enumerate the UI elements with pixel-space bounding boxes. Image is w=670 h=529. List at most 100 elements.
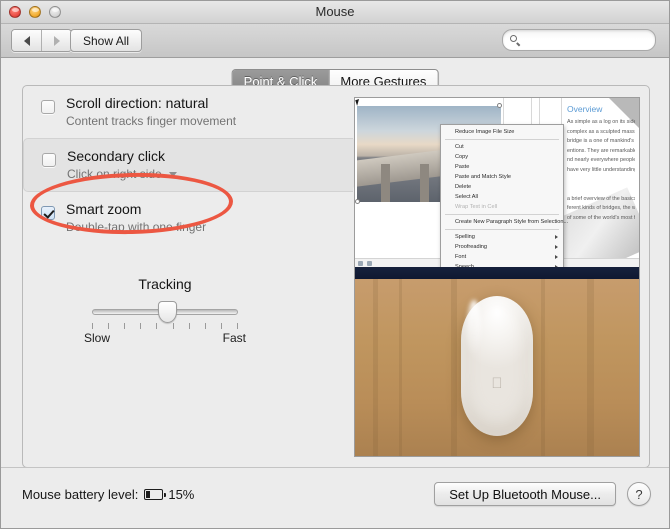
option-smart-zoom[interactable]: Smart zoom Double-tap with one finger bbox=[23, 192, 353, 244]
context-menu-item[interactable]: Paste bbox=[441, 162, 563, 172]
battery-status: Mouse battery level: 15% bbox=[22, 487, 194, 502]
battery-percent: 15% bbox=[168, 487, 195, 502]
context-menu-item[interactable]: Create New Paragraph Style from Selectio… bbox=[441, 217, 568, 227]
option-scroll-direction[interactable]: Scroll direction: natural Content tracks… bbox=[23, 86, 353, 138]
chevron-right-icon bbox=[53, 35, 60, 46]
battery-label: Mouse battery level: bbox=[22, 487, 139, 502]
preview-mouse-photo:  bbox=[355, 279, 639, 456]
selection-handle-top-right[interactable] bbox=[497, 103, 502, 108]
help-button-label: ? bbox=[635, 486, 643, 502]
slider-tick bbox=[92, 323, 93, 329]
smart-zoom-text: Smart zoom Double-tap with one finger bbox=[66, 201, 206, 235]
scroll-direction-subtitle: Content tracks finger movement bbox=[66, 113, 236, 129]
context-menu-item[interactable]: Reduce Image File Size bbox=[441, 127, 563, 137]
photo-bridge-pier-1 bbox=[381, 164, 390, 202]
slider-tick bbox=[188, 323, 190, 329]
forward-button[interactable] bbox=[41, 30, 71, 51]
bottom-status-bar: Mouse battery level: 15% Set Up Bluetoot… bbox=[1, 467, 669, 528]
context-menu-item[interactable]: Speech bbox=[441, 262, 563, 267]
context-menu-separator bbox=[445, 139, 559, 140]
context-menu-item[interactable]: Cut bbox=[441, 142, 563, 152]
secondary-click-title: Secondary click bbox=[67, 148, 166, 164]
secondary-click-checkbox[interactable] bbox=[42, 153, 56, 167]
document-heading: Overview bbox=[567, 104, 603, 114]
document-line: bridge is a one of mankind's most bbox=[567, 138, 635, 145]
slider-thumb[interactable] bbox=[158, 301, 178, 323]
document-line: entions. They are remarkable bbox=[567, 147, 635, 154]
preview-screen-recording: Overview As simple as a log on its side,… bbox=[355, 98, 639, 267]
title-bar: Mouse bbox=[1, 1, 669, 24]
preferences-content-panel: Scroll direction: natural Content tracks… bbox=[22, 85, 650, 468]
slider-tick bbox=[156, 323, 158, 329]
tracking-slider-group: Tracking Slow Fast bbox=[23, 276, 307, 347]
context-menu-item[interactable]: Spelling bbox=[441, 232, 563, 242]
context-menu-separator bbox=[445, 214, 559, 215]
scroll-direction-subtitle-label: Content tracks finger movement bbox=[66, 114, 237, 128]
slider-tick bbox=[140, 323, 142, 329]
help-button[interactable]: ? bbox=[627, 482, 651, 506]
document-line: As simple as a log on its side, or as bbox=[567, 119, 635, 125]
battery-fill bbox=[146, 491, 150, 498]
smart-zoom-subtitle: Double-tap with one finger bbox=[66, 219, 206, 235]
secondary-click-text: Secondary click Click on right side bbox=[67, 148, 177, 182]
document-line: of some of the world's most famous bbox=[567, 214, 635, 221]
slider-tick bbox=[237, 323, 238, 329]
navigation-buttons bbox=[11, 29, 72, 52]
context-menu-separator bbox=[445, 229, 559, 230]
slider-max-label: Fast bbox=[222, 331, 246, 345]
document-line-blank bbox=[567, 185, 635, 195]
context-menu-item: Wrap Text in Cell bbox=[455, 204, 498, 210]
secondary-click-subtitle-label: Click on right side bbox=[67, 167, 162, 181]
window-title: Mouse bbox=[315, 4, 355, 19]
search-field[interactable] bbox=[502, 29, 656, 51]
show-all-label: Show All bbox=[83, 33, 130, 48]
preview-divider-band bbox=[355, 267, 639, 279]
secondary-click-subtitle[interactable]: Click on right side bbox=[67, 166, 177, 182]
gear-icon[interactable] bbox=[367, 260, 372, 266]
tracking-slider[interactable] bbox=[92, 301, 238, 323]
scroll-direction-text: Scroll direction: natural Content tracks… bbox=[66, 95, 236, 129]
battery-icon bbox=[144, 489, 167, 500]
scroll-direction-title: Scroll direction: natural bbox=[66, 95, 209, 111]
smart-zoom-title: Smart zoom bbox=[66, 201, 142, 217]
toolbar: Show All bbox=[1, 24, 669, 58]
context-menu-item[interactable]: Paste and Match Style bbox=[441, 172, 563, 182]
context-menu-item[interactable]: Delete bbox=[441, 182, 563, 192]
slider-min-label: Slow bbox=[84, 331, 111, 345]
back-button[interactable] bbox=[12, 30, 41, 51]
document-line: a brief overview of the basics of bridge… bbox=[567, 195, 635, 202]
tracking-label: Tracking bbox=[138, 276, 192, 292]
document-line: have very little understanding of how bbox=[567, 166, 635, 173]
chevron-left-icon bbox=[23, 35, 30, 46]
context-menu-item[interactable]: Proofreading bbox=[441, 242, 563, 252]
apple-logo-icon:  bbox=[491, 376, 502, 391]
slider-tick bbox=[172, 323, 174, 329]
slider-tick bbox=[220, 323, 222, 329]
selection-handle-bottom-left[interactable] bbox=[355, 199, 360, 204]
smart-zoom-checkbox[interactable] bbox=[41, 206, 55, 220]
context-menu[interactable]: Reduce Image File Size Cut Copy Paste Paste … bbox=[440, 124, 568, 267]
context-menu-item[interactable]: Copy bbox=[441, 152, 563, 162]
set-up-bluetooth-mouse-label: Set Up Bluetooth Mouse... bbox=[449, 486, 601, 502]
slider-tick bbox=[108, 323, 110, 329]
mouse-preferences-window: Mouse Show All Point & Click More Gestur… bbox=[0, 0, 670, 529]
slider-tick bbox=[124, 323, 126, 329]
scroll-direction-checkbox[interactable] bbox=[41, 100, 55, 114]
magic-mouse-device:  bbox=[461, 296, 533, 436]
gesture-options-list: Scroll direction: natural Content tracks… bbox=[23, 86, 374, 345]
document-line: complex as a sculpted mass of steel and bbox=[567, 128, 635, 135]
gesture-preview-video: Overview As simple as a log on its side,… bbox=[354, 97, 640, 457]
show-all-button[interactable]: Show All bbox=[70, 29, 143, 52]
chevron-down-icon[interactable] bbox=[168, 171, 177, 177]
option-secondary-click[interactable]: Secondary click Click on right side bbox=[23, 138, 374, 192]
set-up-bluetooth-mouse-button[interactable]: Set Up Bluetooth Mouse... bbox=[434, 482, 616, 506]
slider-range-labels: Slow Fast bbox=[80, 331, 250, 347]
mouse-cursor-icon bbox=[355, 98, 364, 106]
search-input[interactable] bbox=[525, 33, 649, 47]
slider-tick bbox=[204, 323, 206, 329]
context-menu-item[interactable]: Select All bbox=[441, 192, 563, 202]
toolbar-icon[interactable] bbox=[358, 260, 363, 266]
slider-ticks bbox=[92, 323, 238, 330]
photo-bridge-pier-2 bbox=[420, 164, 429, 202]
context-menu-item[interactable]: Font bbox=[441, 252, 563, 262]
